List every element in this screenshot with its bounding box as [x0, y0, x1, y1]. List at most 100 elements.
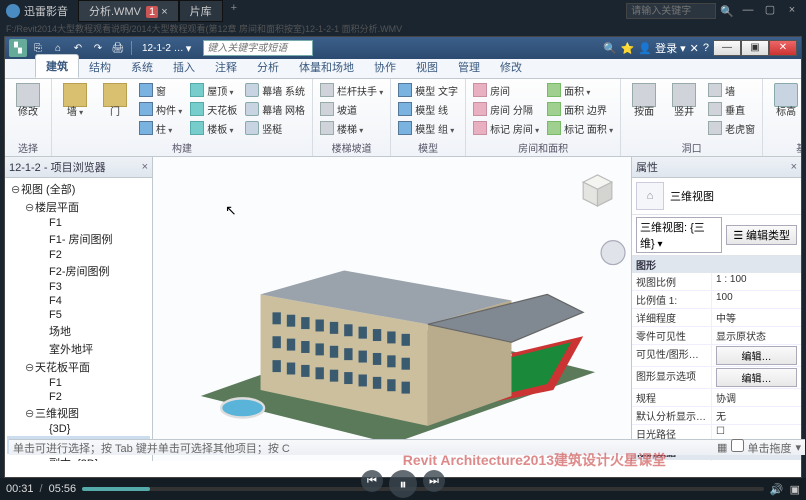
tree-node[interactable]: {3D} — [7, 422, 150, 436]
ribbon-tab-注释[interactable]: 注释 — [205, 56, 247, 78]
ribbon-btn-老虎窗[interactable]: 老虎窗 — [705, 119, 758, 137]
tree-node[interactable]: F5 — [7, 308, 150, 322]
qat-redo-icon[interactable]: ↷ — [89, 39, 107, 57]
prop-value[interactable]: 编辑… — [712, 345, 801, 366]
prop-value[interactable]: <无> — [712, 460, 801, 461]
prop-value[interactable]: 无 — [712, 407, 801, 424]
tree-node[interactable]: F1 — [7, 216, 150, 230]
prop-value[interactable]: 编辑… — [712, 367, 801, 388]
ribbon-btn-楼梯[interactable]: 楼梯 — [317, 119, 386, 137]
tree-node[interactable]: F2 — [7, 390, 150, 404]
prop-row[interactable]: 图形显示选项编辑… — [632, 367, 801, 389]
help-icon[interactable]: ? — [703, 42, 709, 54]
ribbon-tab-插入[interactable]: 插入 — [163, 56, 205, 78]
status-check[interactable]: 单击拖度 — [731, 439, 791, 456]
tree-node[interactable]: ⊖楼层平面 — [7, 198, 150, 216]
prop-row[interactable]: 比例值 1:100 — [632, 291, 801, 309]
search-icon[interactable]: 🔍 — [720, 5, 734, 18]
tree-toggle-icon[interactable]: ⊖ — [25, 407, 35, 420]
ribbon-tab-管理[interactable]: 管理 — [448, 56, 490, 78]
tree-node[interactable]: ⊖视图 (全部) — [7, 180, 150, 198]
qat-print-icon[interactable]: 🖨 — [109, 39, 127, 57]
prop-value[interactable]: 1 : 100 — [712, 273, 801, 290]
ribbon-btn-标记 面积[interactable]: 标记 面积 — [544, 119, 616, 137]
prop-section-header[interactable]: 图形 — [632, 256, 801, 273]
edit-type-button[interactable]: ☰ 编辑类型 — [726, 225, 797, 245]
tree-node[interactable]: F2-房间图例 — [7, 262, 150, 280]
volume-icon[interactable]: 🔊 — [770, 483, 784, 496]
tree-node[interactable]: ⊖天花板平面 — [7, 358, 150, 376]
ribbon-btn-房间[interactable]: 房间 — [470, 81, 542, 99]
prop-value[interactable]: 中等 — [712, 309, 801, 326]
ribbon-btn-模型 文字[interactable]: 模型 文字 — [395, 81, 461, 99]
panel-close-icon[interactable]: × — [791, 161, 797, 173]
ribbon-btn-垂直[interactable]: 垂直 — [705, 100, 758, 118]
prev-button[interactable]: ⏮ — [361, 470, 383, 492]
next-button[interactable]: ⏭ — [423, 470, 445, 492]
ribbon-tab-体量和场地[interactable]: 体量和场地 — [289, 56, 364, 78]
ribbon-btn-坡道[interactable]: 坡道 — [317, 100, 386, 118]
ribbon-btn-窗[interactable]: 窗 — [136, 81, 185, 99]
prop-value[interactable]: 100 — [712, 291, 801, 308]
ribbon-btn-标记 房间[interactable]: 标记 房间 — [470, 119, 542, 137]
3d-viewport[interactable]: ↖ — [153, 157, 631, 461]
player-max-button[interactable]: ▢ — [762, 4, 778, 18]
chevron-down-icon[interactable]: ▾ — [795, 441, 801, 454]
prop-row[interactable]: 详细程度中等 — [632, 309, 801, 327]
ribbon-btn-面积[interactable]: 面积 — [544, 81, 616, 99]
viewcube[interactable] — [583, 175, 612, 206]
ribbon-tab-结构[interactable]: 结构 — [79, 56, 121, 78]
ribbon-btn-屋顶[interactable]: 屋顶 — [187, 81, 240, 99]
ribbon-btn-标高[interactable]: 标高 — [767, 81, 801, 120]
ribbon-tab-系统[interactable]: 系统 — [121, 56, 163, 78]
tree-node[interactable]: F2 — [7, 248, 150, 262]
ribbon-tab-视图[interactable]: 视图 — [406, 56, 448, 78]
prop-value[interactable]: 显示原状态 — [712, 327, 801, 344]
properties-grid[interactable]: 图形视图比例1 : 100比例值 1:100详细程度中等零件可见性显示原状态可见… — [632, 256, 801, 461]
prop-row[interactable]: 可见性/图形…编辑… — [632, 345, 801, 367]
login-button[interactable]: 👤 登录 ▾ — [638, 40, 685, 56]
ribbon-btn-柱[interactable]: 柱 — [136, 119, 185, 137]
tree-node[interactable]: F1 — [7, 376, 150, 390]
prop-edit-button[interactable]: 编辑… — [716, 368, 797, 387]
panel-close-icon[interactable]: × — [142, 161, 148, 173]
ribbon-btn-修改[interactable]: 修改 — [9, 81, 47, 120]
ribbon-tab-建筑[interactable]: 建筑 — [35, 54, 79, 78]
tree-node[interactable]: F4 — [7, 294, 150, 308]
exchange-icon[interactable]: ✕ — [690, 42, 699, 55]
ribbon-btn-竖梃[interactable]: 竖梃 — [242, 119, 308, 137]
ribbon-btn-墙[interactable]: 墙 — [705, 81, 758, 99]
prop-row[interactable]: 视图比例1 : 100 — [632, 273, 801, 291]
player-tab-add[interactable]: + — [223, 0, 245, 22]
ribbon-btn-门[interactable]: 门 — [96, 81, 134, 137]
ribbon-tab-协作[interactable]: 协作 — [364, 56, 406, 78]
nav-wheel-icon[interactable] — [601, 241, 625, 265]
player-close-button[interactable]: × — [784, 4, 800, 18]
project-browser-tree[interactable]: ⊖视图 (全部)⊖楼层平面F1F1- 房间图例F2F2-房间图例F3F4F5场地… — [5, 178, 152, 461]
ribbon-btn-楼板[interactable]: 楼板 — [187, 119, 240, 137]
player-tab-video[interactable]: 分析.WMV 1 × — [78, 0, 179, 22]
type-selector[interactable]: 三维视图: {三维} ▾ — [636, 217, 722, 253]
ribbon-btn-栏杆扶手[interactable]: 栏杆扶手 — [317, 81, 386, 99]
player-tab-library[interactable]: 片库 — [179, 0, 223, 22]
play-pause-button[interactable]: ⏸ — [389, 470, 417, 498]
ribbon-btn-竖井[interactable]: 竖井 — [665, 81, 703, 137]
ribbon-btn-房间 分隔[interactable]: 房间 分隔 — [470, 100, 542, 118]
prop-row[interactable]: 零件可见性显示原状态 — [632, 327, 801, 345]
ribbon-tab-分析[interactable]: 分析 — [247, 56, 289, 78]
ribbon-btn-幕墙 系统[interactable]: 幕墙 系统 — [242, 81, 308, 99]
subscription-icon[interactable]: ⭐ — [621, 42, 635, 55]
prop-row[interactable]: 规程协调 — [632, 389, 801, 407]
tree-toggle-icon[interactable]: ⊖ — [11, 183, 21, 196]
revit-min-button[interactable]: — — [713, 40, 741, 56]
revit-close-button[interactable]: ✕ — [769, 40, 797, 56]
prop-edit-button[interactable]: 编辑… — [716, 346, 797, 365]
ribbon-btn-模型 线[interactable]: 模型 线 — [395, 100, 461, 118]
ribbon-btn-构件[interactable]: 构件 — [136, 100, 185, 118]
revit-max-button[interactable]: ▣ — [741, 40, 769, 56]
ribbon-btn-墙[interactable]: 墙 — [56, 81, 94, 137]
prop-row[interactable]: 视图样板<无> — [632, 460, 801, 461]
tree-node[interactable]: 室外地坪 — [7, 340, 150, 358]
fullscreen-icon[interactable]: ▣ — [790, 483, 800, 496]
tree-toggle-icon[interactable]: ⊖ — [25, 201, 35, 214]
